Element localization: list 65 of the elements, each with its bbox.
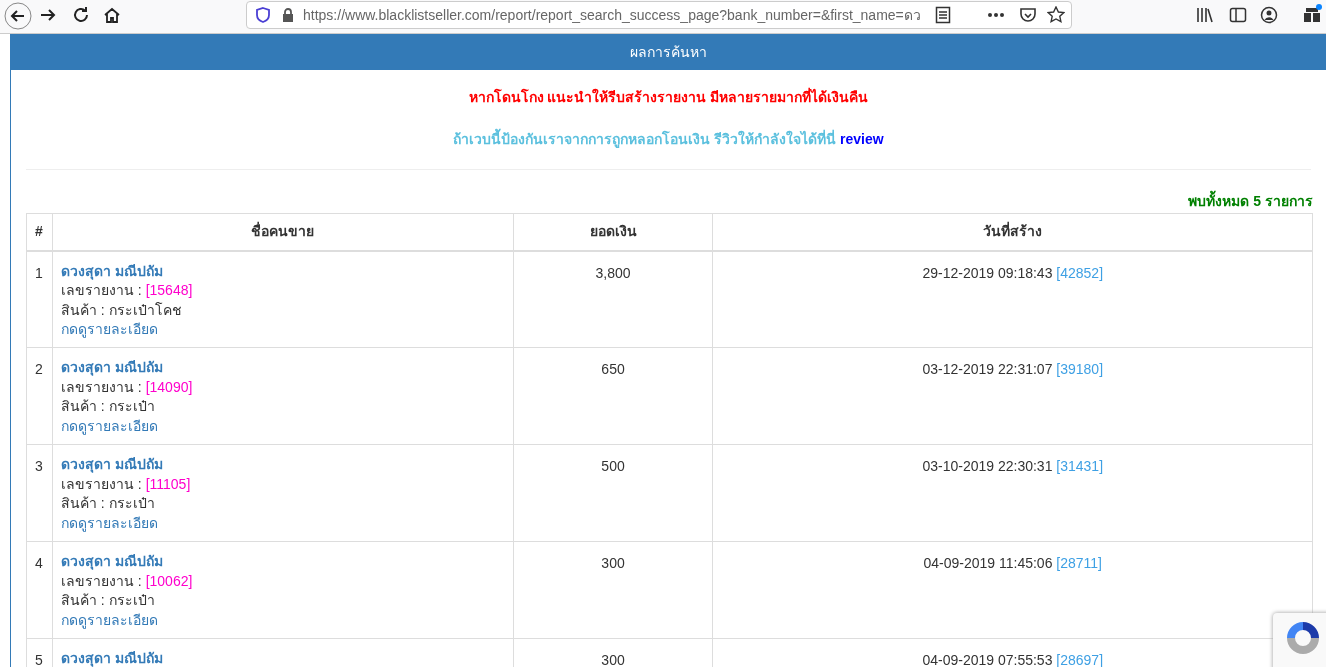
pocket-icon[interactable]	[1019, 6, 1037, 24]
created-id: [39180]	[1056, 361, 1104, 377]
seller-name-link[interactable]: ดวงสุดา มณีปถัม	[61, 553, 163, 569]
warning-text: หากโดนโกง แนะนำให้รีบสร้างรายงาน มีหลายรายมากที่ได้เงินคืน	[468, 87, 869, 107]
url-text: https://www.blacklistseller.com/report/report_search_success_page?bank_number=&first_name=ดว	[303, 5, 921, 25]
report-label: เลขรายงาน :	[61, 475, 142, 492]
table-cell: 1	[26, 250, 53, 348]
shield-icon[interactable]	[255, 7, 271, 23]
result-count: พบทั้งหมด 5 รายการ	[1188, 191, 1313, 212]
created-id: [28697]	[1056, 652, 1104, 667]
seller-name-link[interactable]: ดวงสุดา มณีปถัม	[61, 650, 163, 666]
more-icon[interactable]	[987, 12, 1005, 18]
product-text: สินค้า : กระเป๋าโคช	[61, 301, 182, 318]
details-link[interactable]: กดดูรายละเอียด	[61, 417, 158, 434]
column-header: วันที่สร้าง	[712, 213, 1313, 251]
review-prompt: ถ้าเวบนี้ป้องกันเราจากการถูกหลอกโอนเงิน รีวิวให้กำลังใจได้ที่นี่ review	[453, 129, 884, 150]
created-date: 04-09-2019 07:55:53	[922, 652, 1053, 667]
table-cell: 2	[26, 347, 53, 445]
reload-icon[interactable]	[71, 5, 91, 25]
report-label: เลขรายงาน :	[61, 282, 142, 298]
created-id: [42852]	[1056, 264, 1104, 281]
table-cell: 300	[513, 541, 713, 639]
seller-name-link[interactable]: ดวงสุดา มณีปถัม	[61, 359, 163, 375]
table-cell: 3,800	[513, 250, 713, 348]
reader-view-icon[interactable]	[935, 6, 951, 24]
details-link[interactable]: กดดูรายละเอียด	[61, 611, 158, 628]
panel-header: ผลการค้นหา	[11, 34, 1326, 70]
table-cell: 650	[513, 347, 713, 445]
seller-name-link[interactable]: ดวงสุดา มณีปถัม	[61, 262, 163, 279]
report-label: เลขรายงาน :	[61, 572, 142, 589]
seller-name-link[interactable]: ดวงสุดา มณีปถัม	[61, 456, 163, 472]
library-icon[interactable]	[1196, 6, 1214, 24]
table-cell: 3	[26, 444, 53, 542]
created-date: 03-12-2019 22:31:07	[922, 361, 1053, 377]
table-cell: 5	[26, 638, 53, 667]
back-icon[interactable]	[4, 2, 32, 30]
table-cell: 4	[26, 541, 53, 639]
created-id: [28711]	[1056, 555, 1102, 571]
report-number: [10062]	[145, 572, 193, 589]
details-link[interactable]: กดดูรายละเอียด	[61, 514, 158, 531]
home-icon[interactable]	[102, 5, 122, 25]
lock-icon	[281, 7, 295, 23]
created-date: 29-12-2019 09:18:43	[922, 264, 1053, 281]
review-link[interactable]: review	[840, 131, 884, 147]
extensions-icon[interactable]	[1302, 4, 1322, 24]
recaptcha-badge[interactable]	[1273, 613, 1326, 667]
column-header: ยอดเงิน	[513, 213, 713, 251]
account-icon[interactable]	[1260, 6, 1278, 24]
table-cell: 500	[513, 444, 713, 542]
report-label: เลขรายงาน :	[61, 378, 142, 395]
report-number: [11105]	[145, 475, 191, 492]
column-header: #	[26, 213, 53, 251]
details-link[interactable]: กดดูรายละเอียด	[61, 321, 158, 337]
product-text: สินค้า : กระเป๋า	[61, 592, 155, 608]
url-bar[interactable]: https://www.blacklistseller.com/report/report_search_success_page?bank_number=&first_name=ดว	[246, 1, 1072, 29]
column-header: ชื่อคนขาย	[52, 213, 514, 251]
created-id: [31431]	[1056, 458, 1104, 474]
star-icon[interactable]	[1047, 6, 1065, 24]
product-text: สินค้า : กระเป๋า	[61, 398, 155, 414]
report-number: [14090]	[145, 378, 193, 395]
product-text: สินค้า : กระเป๋า	[61, 495, 155, 511]
created-date: 03-10-2019 22:30:31	[922, 458, 1053, 474]
created-date: 04-09-2019 11:45:06	[923, 555, 1053, 571]
sidebar-icon[interactable]	[1229, 6, 1247, 24]
report-number: [15648]	[145, 282, 193, 298]
